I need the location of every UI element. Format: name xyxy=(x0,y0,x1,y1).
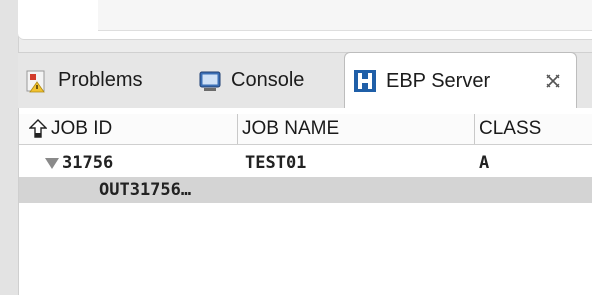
editor-area[interactable] xyxy=(18,0,592,40)
close-tab-icon[interactable] xyxy=(544,72,562,90)
tab-console-label: Console xyxy=(231,69,305,91)
expand-triangle-icon[interactable] xyxy=(45,157,59,169)
column-header-job-id-label: JOB ID xyxy=(51,118,113,139)
problems-icon xyxy=(25,69,49,93)
column-header-job-id[interactable]: JOB ID xyxy=(28,114,113,144)
ebp-server-icon xyxy=(353,69,377,93)
ebp-server-panel: JOB ID JOB NAME CLASS 31756 TEST01 A OUT… xyxy=(18,108,592,295)
table-header: JOB ID JOB NAME CLASS xyxy=(19,114,592,145)
sort-up-icon[interactable] xyxy=(28,119,48,139)
job-id-cell: 31756 xyxy=(45,150,113,176)
editor-toolbar-strip xyxy=(98,0,592,31)
job-id-value: 31756 xyxy=(62,153,114,173)
column-header-class-label: CLASS xyxy=(479,118,542,139)
column-header-class[interactable]: CLASS xyxy=(474,114,541,144)
tab-ebp-server-label: EBP Server xyxy=(386,69,491,92)
table-row-child-selected[interactable]: OUT31756… xyxy=(19,177,592,203)
tab-console[interactable]: Console xyxy=(198,53,304,108)
tab-problems-label: Problems xyxy=(58,69,143,91)
left-rail xyxy=(0,0,19,295)
job-name-cell: TEST01 xyxy=(245,153,307,173)
tab-problems[interactable]: Problems xyxy=(25,53,142,108)
view-tab-bar: Problems Console EBP Server xyxy=(18,52,592,109)
class-cell: A xyxy=(479,153,490,173)
tab-ebp-server[interactable]: EBP Server xyxy=(344,52,577,109)
column-header-job-name[interactable]: JOB NAME xyxy=(237,114,339,144)
column-header-job-name-label: JOB NAME xyxy=(242,118,340,139)
output-dataset-cell: OUT31756… xyxy=(99,180,192,200)
table-row[interactable]: 31756 TEST01 A xyxy=(19,150,592,176)
console-icon xyxy=(198,69,222,93)
